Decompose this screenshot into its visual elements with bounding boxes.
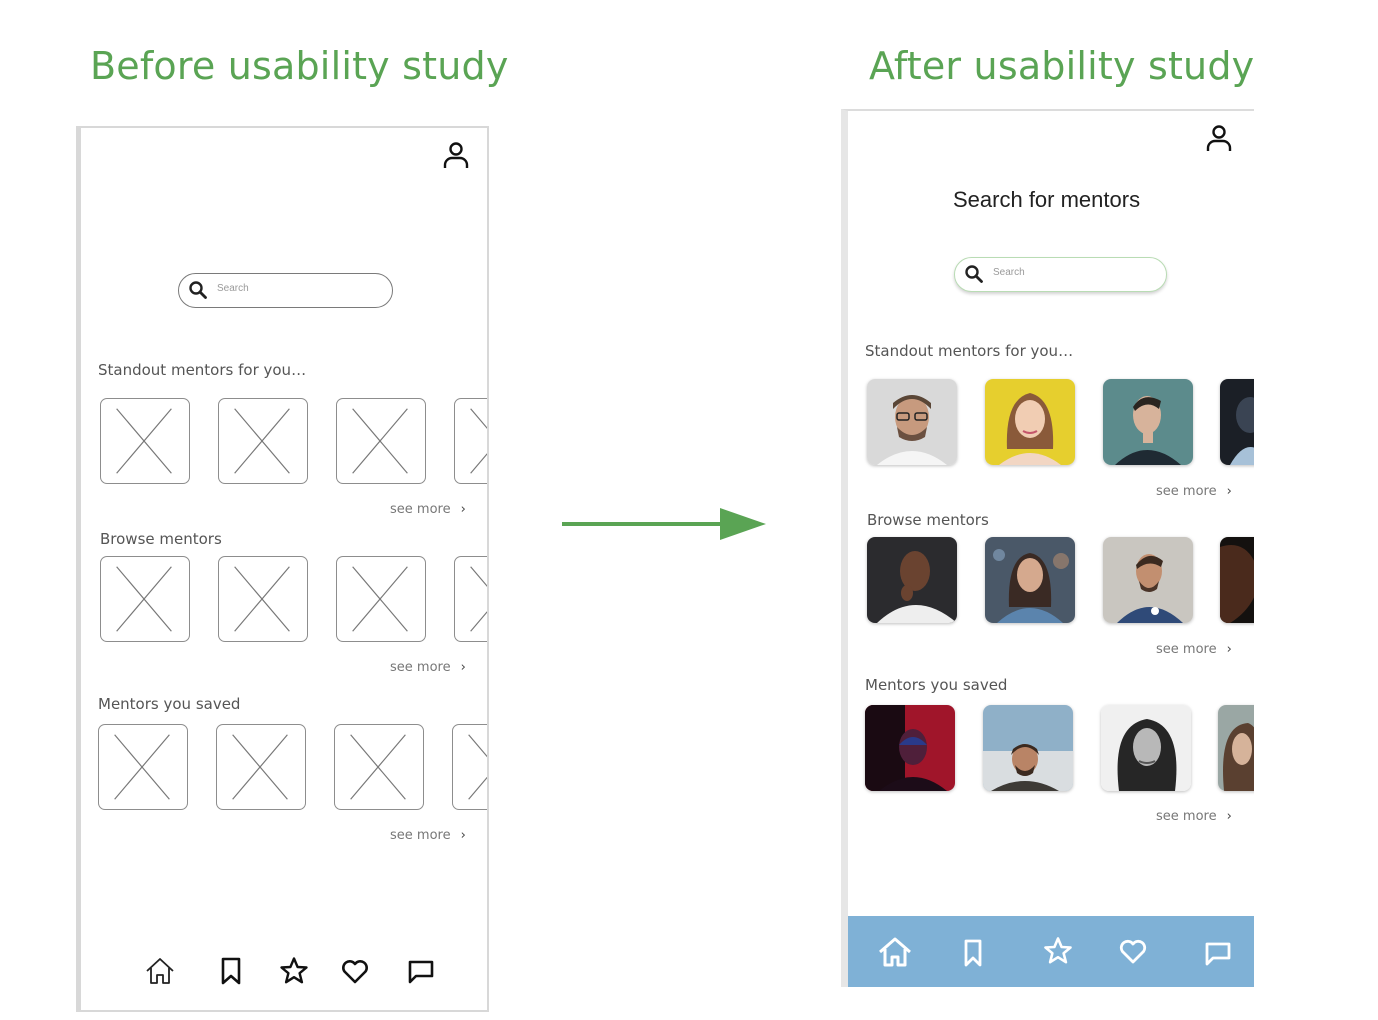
mentor-photo[interactable]	[1103, 537, 1193, 623]
image-placeholder-icon[interactable]	[216, 724, 306, 810]
search-bar[interactable]	[178, 273, 393, 308]
mentor-photo[interactable]	[1220, 379, 1254, 465]
see-more-link[interactable]: see more ›	[390, 660, 466, 675]
mentor-photo[interactable]	[1220, 537, 1254, 623]
section-label-saved: Mentors you saved	[865, 676, 1008, 694]
chevron-right-icon: ›	[1226, 484, 1232, 499]
image-placeholder-icon[interactable]	[454, 556, 487, 642]
image-placeholder-icon[interactable]	[454, 398, 487, 484]
search-icon	[964, 264, 984, 284]
see-more-link[interactable]: see more ›	[390, 502, 466, 517]
bookmark-icon[interactable]	[957, 938, 989, 968]
chevron-right-icon: ›	[460, 502, 466, 517]
image-placeholder-icon[interactable]	[336, 398, 426, 484]
see-more-label: see more	[390, 502, 451, 517]
see-more-link[interactable]: see more ›	[1156, 484, 1232, 499]
mentor-photo[interactable]	[1101, 705, 1191, 791]
see-more-link[interactable]: see more ›	[1156, 809, 1232, 824]
section-label-browse: Browse mentors	[100, 530, 222, 548]
star-icon[interactable]	[1042, 936, 1074, 966]
after-phone-mockup: Search for mentors Standout mentors for …	[841, 109, 1254, 987]
before-heading: Before usability study	[90, 44, 509, 88]
heart-icon[interactable]	[1117, 936, 1149, 966]
image-placeholder-icon[interactable]	[336, 556, 426, 642]
section-label-standout: Standout mentors for you…	[98, 361, 307, 379]
profile-icon[interactable]	[1204, 123, 1234, 155]
home-icon[interactable]	[144, 956, 176, 986]
transition-arrow-icon	[562, 505, 768, 543]
search-input[interactable]	[993, 267, 1153, 278]
after-heading: After usability study	[869, 44, 1255, 88]
see-more-label: see more	[1156, 809, 1217, 824]
message-icon[interactable]	[1202, 938, 1234, 968]
home-icon[interactable]	[877, 936, 913, 968]
profile-icon[interactable]	[441, 140, 471, 172]
search-input[interactable]	[217, 283, 377, 294]
mentor-photo[interactable]	[1218, 705, 1254, 791]
page-title: Search for mentors	[953, 187, 1141, 212]
section-label-standout: Standout mentors for you…	[865, 342, 1074, 360]
message-icon[interactable]	[405, 956, 437, 986]
mentor-photo[interactable]	[867, 537, 957, 623]
image-placeholder-icon[interactable]	[218, 398, 308, 484]
image-placeholder-icon[interactable]	[100, 398, 190, 484]
mentor-photo[interactable]	[867, 379, 957, 465]
bottom-nav-bar	[848, 916, 1254, 987]
chevron-right-icon: ›	[1226, 809, 1232, 824]
section-label-saved: Mentors you saved	[98, 695, 241, 713]
image-placeholder-icon[interactable]	[100, 556, 190, 642]
see-more-link[interactable]: see more ›	[390, 828, 466, 843]
search-bar[interactable]	[954, 257, 1167, 292]
search-icon	[188, 280, 208, 300]
see-more-link[interactable]: see more ›	[1156, 642, 1232, 657]
image-placeholder-icon[interactable]	[218, 556, 308, 642]
mentor-photo[interactable]	[983, 705, 1073, 791]
see-more-label: see more	[1156, 484, 1217, 499]
chevron-right-icon: ›	[1226, 642, 1232, 657]
image-placeholder-icon[interactable]	[452, 724, 487, 810]
heart-icon[interactable]	[339, 956, 371, 986]
see-more-label: see more	[390, 828, 451, 843]
section-label-browse: Browse mentors	[867, 511, 989, 529]
image-placeholder-icon[interactable]	[98, 724, 188, 810]
chevron-right-icon: ›	[460, 828, 466, 843]
mentor-photo[interactable]	[985, 537, 1075, 623]
see-more-label: see more	[1156, 642, 1217, 657]
image-placeholder-icon[interactable]	[334, 724, 424, 810]
mentor-photo[interactable]	[985, 379, 1075, 465]
see-more-label: see more	[390, 660, 451, 675]
chevron-right-icon: ›	[460, 660, 466, 675]
before-phone-wireframe: Standout mentors for you… see more › Brow…	[76, 126, 489, 1012]
bookmark-icon[interactable]	[215, 956, 247, 986]
mentor-photo[interactable]	[1103, 379, 1193, 465]
star-icon[interactable]	[278, 956, 310, 986]
mentor-photo[interactable]	[865, 705, 955, 791]
